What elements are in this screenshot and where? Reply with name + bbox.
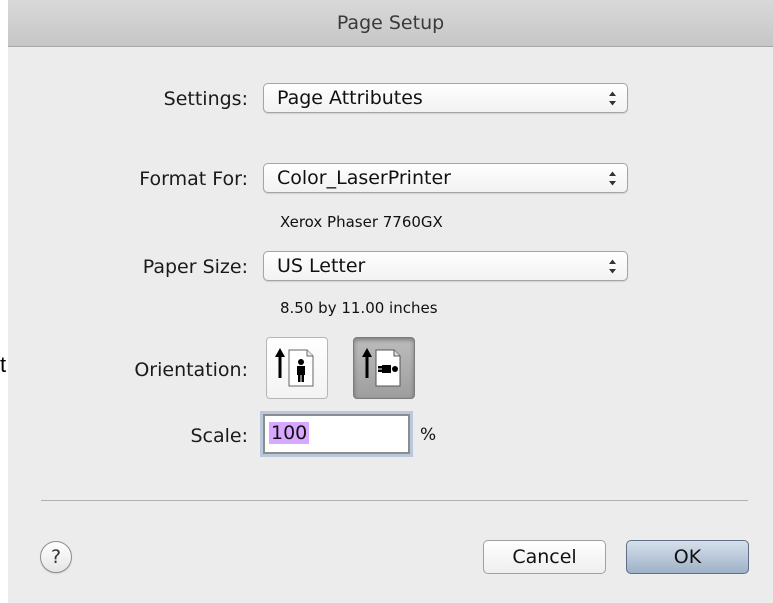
dialog-title: Page Setup [336,12,445,34]
up-down-chevron-icon [609,171,616,186]
scale-label: Scale: [190,425,248,447]
landscape-orientation-button[interactable] [353,337,415,399]
settings-popup[interactable]: Page Attributes [263,83,628,113]
cancel-button[interactable]: Cancel [483,540,606,574]
paper-size-popup[interactable]: US Letter [263,251,628,281]
up-down-chevron-icon [609,91,616,106]
background-window-text: t [0,352,7,377]
printer-model-text: Xerox Phaser 7760GX [280,213,443,231]
title-bar[interactable]: Page Setup [8,0,773,47]
paper-size-label: Paper Size: [142,256,248,278]
format-for-popup-value: Color_LaserPrinter [277,167,451,189]
paper-size-popup-value: US Letter [277,255,366,277]
scale-input-value: 100 [269,422,310,444]
settings-label: Settings: [163,88,248,110]
landscape-orientation-icon [362,348,401,387]
paper-dimensions-text: 8.50 by 11.00 inches [280,299,438,317]
settings-popup-value: Page Attributes [277,87,423,109]
format-for-label: Format For: [139,168,248,190]
help-icon: ? [50,546,62,568]
orientation-label: Orientation: [134,359,248,381]
page-setup-dialog: Page Setup Settings: Page Attributes For… [8,0,773,603]
scale-input[interactable]: 100 [263,414,410,454]
separator [41,500,748,501]
up-down-chevron-icon [609,259,616,274]
screen: t Page Setup Settings: Page Attributes F… [0,0,773,603]
scale-unit-label: % [420,425,437,445]
ok-button[interactable]: OK [626,540,749,574]
portrait-orientation-button[interactable] [266,337,328,399]
help-button[interactable]: ? [40,541,72,573]
format-for-popup[interactable]: Color_LaserPrinter [263,163,628,193]
portrait-orientation-icon [275,348,314,387]
